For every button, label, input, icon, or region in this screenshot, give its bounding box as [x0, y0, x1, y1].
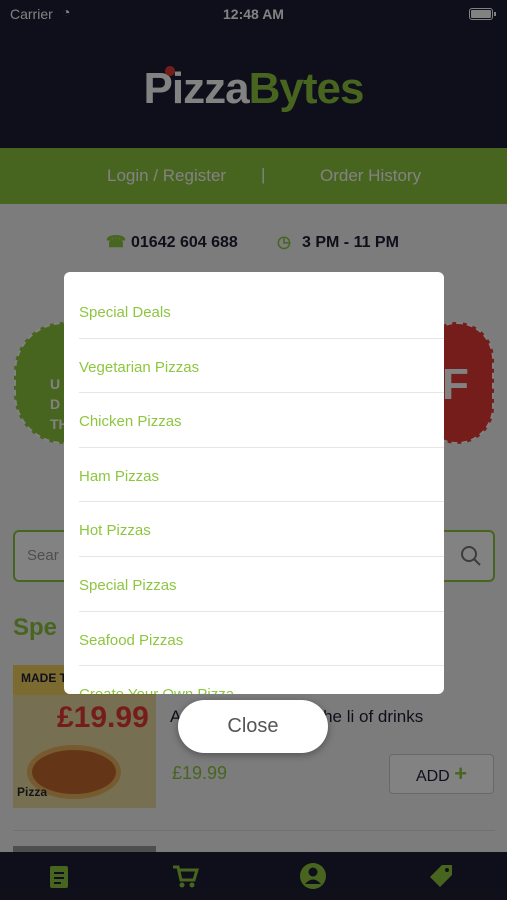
category-item[interactable]: Ham Pizzas	[79, 448, 444, 503]
category-item[interactable]: Create Your Own Pizza	[79, 666, 444, 694]
category-item[interactable]: Special Deals	[79, 284, 444, 339]
category-menu-modal: Special Deals Vegetarian Pizzas Chicken …	[64, 272, 444, 694]
category-item[interactable]: Hot Pizzas	[79, 502, 444, 557]
category-item[interactable]: Chicken Pizzas	[79, 393, 444, 448]
category-item[interactable]: Special Pizzas	[79, 557, 444, 612]
category-item[interactable]: Vegetarian Pizzas	[79, 339, 444, 394]
app-screen: Carrier ◔ 12:48 AM PizzaBytes Login / Re…	[0, 0, 507, 900]
close-button[interactable]: Close	[178, 700, 328, 753]
category-item[interactable]: Seafood Pizzas	[79, 612, 444, 667]
category-list: Special Deals Vegetarian Pizzas Chicken …	[64, 284, 444, 694]
